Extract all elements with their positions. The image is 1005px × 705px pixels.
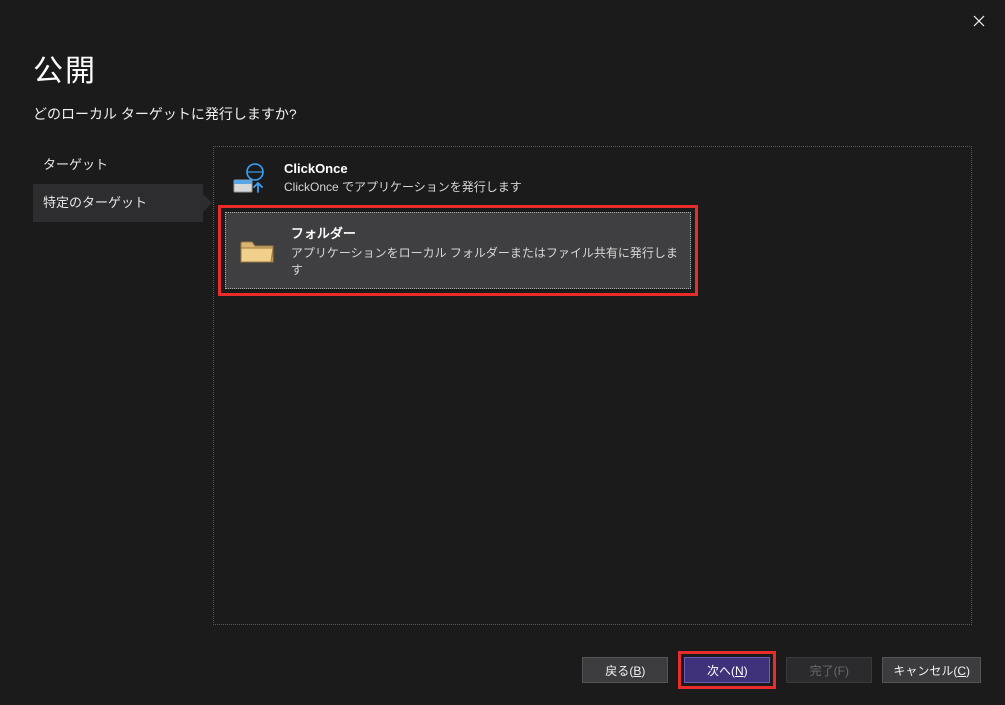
button-accel: F [838,664,845,678]
dialog-footer: 戻る(B) 次へ(N) 完了(F) キャンセル(C) [582,651,981,689]
button-accel: B [633,664,641,678]
wizard-steps-sidebar: ターゲット 特定のターゲット [33,146,203,625]
option-title: ClickOnce [284,161,522,176]
option-text: ClickOnce ClickOnce でアプリケーションを発行します [284,161,522,195]
dialog-title: 公開 [33,46,1005,90]
finish-button: 完了(F) [786,657,872,683]
back-button[interactable]: 戻る(B) [582,657,668,683]
target-options-panel: ClickOnce ClickOnce でアプリケーションを発行します フォルダ… [213,146,972,625]
option-desc: アプリケーションをローカル フォルダーまたはファイル共有に発行します [291,244,678,278]
option-folder[interactable]: フォルダー アプリケーションをローカル フォルダーまたはファイル共有に発行します [225,212,691,289]
dialog-subtitle: どのローカル ターゲットに発行しますか? [33,104,1005,124]
next-button[interactable]: 次へ(N) [684,657,770,683]
sidebar-item-label: 特定のターゲット [43,195,147,210]
option-folder-highlight: フォルダー アプリケーションをローカル フォルダーまたはファイル共有に発行します [218,205,698,296]
button-accel: N [735,664,744,678]
button-accel: C [957,664,966,678]
cancel-button[interactable]: キャンセル(C) [882,657,981,683]
publish-dialog: 公開 どのローカル ターゲットに発行しますか? ターゲット 特定のターゲット [0,0,1005,705]
clickonce-icon [230,161,270,195]
next-button-highlight: 次へ(N) [678,651,776,689]
option-clickonce[interactable]: ClickOnce ClickOnce でアプリケーションを発行します [218,151,967,205]
folder-icon [238,234,277,268]
option-title: フォルダー [291,223,678,242]
option-text: フォルダー アプリケーションをローカル フォルダーまたはファイル共有に発行します [291,223,678,278]
sidebar-item-specific-target[interactable]: 特定のターゲット [33,184,203,222]
button-label: 戻る [605,664,629,678]
button-label: キャンセル [893,664,953,678]
button-label: 完了 [810,664,834,678]
dialog-header: 公開 どのローカル ターゲットに発行しますか? [0,0,1005,124]
sidebar-item-target[interactable]: ターゲット [33,146,203,184]
close-button[interactable] [959,6,999,36]
dialog-body: ターゲット 特定のターゲット [33,146,972,625]
button-label: 次へ [707,664,731,678]
close-icon [973,15,985,27]
sidebar-item-label: ターゲット [43,157,108,172]
option-desc: ClickOnce でアプリケーションを発行します [284,178,522,195]
